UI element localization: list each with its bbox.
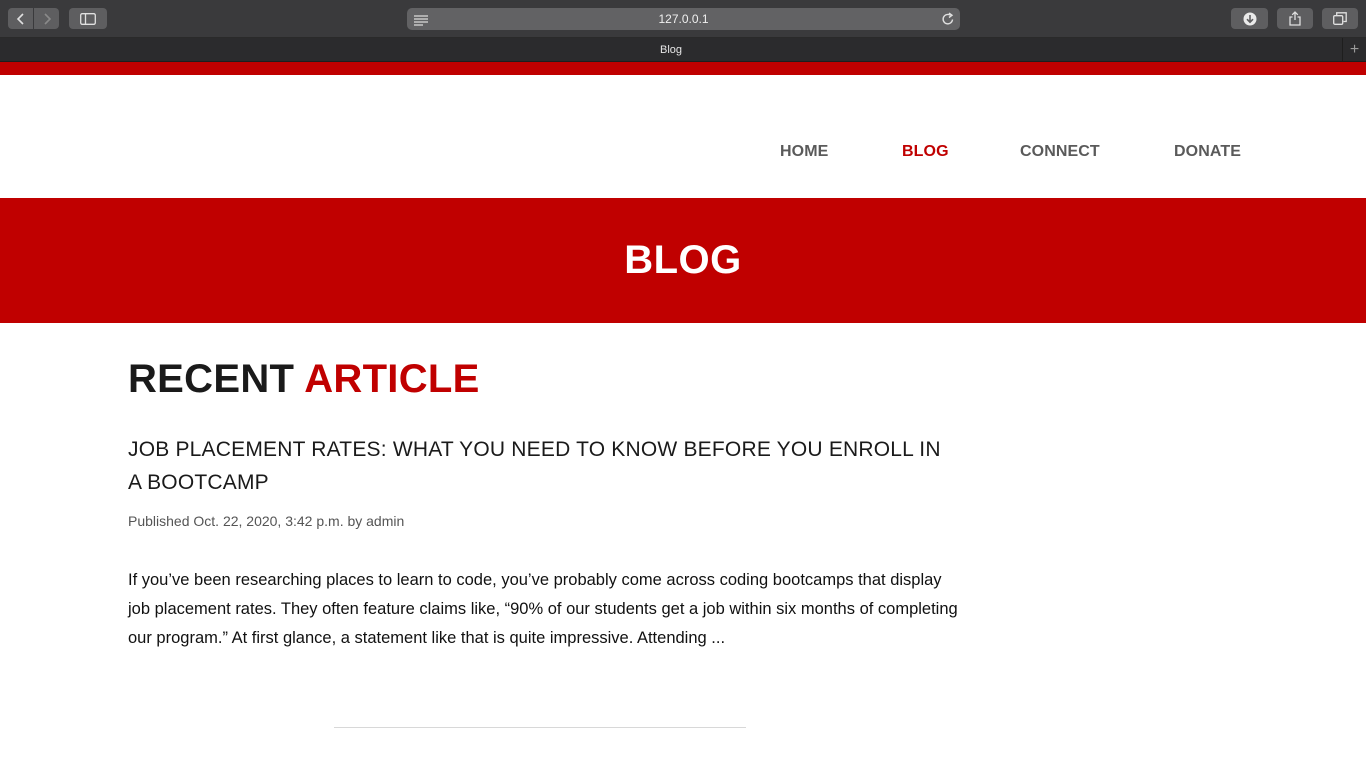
page-banner: BLOG (0, 198, 1366, 323)
article-title-link[interactable]: JOB PLACEMENT RATES: WHAT YOU NEED TO KN… (128, 433, 958, 499)
section-title-highlight: ARTICLE (304, 357, 480, 401)
tabs-icon (1333, 12, 1347, 25)
back-button[interactable] (8, 8, 33, 29)
back-icon (16, 12, 24, 25)
page-title: BLOG (624, 238, 742, 282)
article-meta: Published Oct. 22, 2020, 3:42 p.m. by ad… (128, 513, 405, 529)
download-icon (1243, 12, 1256, 25)
share-button[interactable] (1277, 8, 1313, 29)
browser-toolbar: 127.0.0.1 (0, 0, 1366, 38)
site-header: HOME BLOG CONNECT DONATE (0, 75, 1366, 198)
reload-icon[interactable] (941, 11, 955, 32)
address-url: 127.0.0.1 (658, 12, 709, 26)
forward-button[interactable] (34, 8, 59, 29)
top-accent-bar (0, 62, 1366, 75)
show-tabs-button[interactable] (1322, 8, 1358, 29)
nav-donate[interactable]: DONATE (1174, 143, 1241, 161)
address-bar[interactable]: 127.0.0.1 (407, 8, 960, 30)
tab-bar: Blog + (0, 38, 1366, 62)
new-tab-button[interactable]: + (1342, 38, 1366, 62)
forward-icon (43, 12, 51, 25)
downloads-button[interactable] (1231, 8, 1268, 29)
article-divider (334, 727, 746, 728)
sidebar-toggle-button[interactable] (69, 8, 107, 29)
nav-blog[interactable]: BLOG (902, 143, 949, 161)
web-page: HOME BLOG CONNECT DONATE BLOG RECENT ART… (0, 62, 1366, 768)
nav-connect[interactable]: CONNECT (1020, 143, 1100, 161)
nav-home[interactable]: HOME (780, 143, 828, 161)
article-excerpt: If you’ve been researching places to lea… (128, 571, 958, 647)
sidebar-icon (80, 12, 96, 25)
section-title-part1: RECENT (128, 357, 295, 401)
tab-blog[interactable]: Blog (0, 38, 1342, 62)
section-title: RECENT ARTICLE (128, 357, 480, 402)
share-icon (1289, 11, 1301, 26)
